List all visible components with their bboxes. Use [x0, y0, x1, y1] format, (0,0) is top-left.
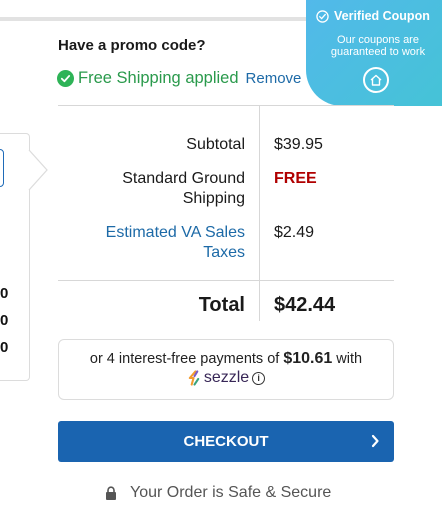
subtotal-label: Subtotal — [186, 136, 245, 153]
checkout-label: CHECKOUT — [183, 433, 269, 450]
sezzle-amount: $10.61 — [283, 350, 333, 367]
promo-applied-text: Free Shipping applied — [78, 69, 239, 87]
badge-title-row: Verified Coupon — [316, 9, 430, 23]
promo-title: Have a promo code? — [58, 37, 206, 54]
table-column-divider — [259, 105, 260, 321]
sezzle-brand-row: sezzle i — [59, 369, 393, 387]
side-input[interactable] — [0, 149, 4, 187]
secure-order-note: Your Order is Safe & Secure — [104, 484, 331, 502]
total-value: $42.44 — [274, 294, 336, 316]
sezzle-logo-icon — [188, 370, 200, 386]
side-digit: 0 — [0, 339, 9, 356]
tax-value: $2.49 — [274, 224, 315, 241]
sezzle-brand: sezzle — [203, 369, 250, 386]
verified-coupon-badge[interactable]: Verified Coupon Our coupons are guarante… — [306, 0, 442, 106]
secure-text: Your Order is Safe & Secure — [130, 484, 332, 501]
table-divider — [58, 280, 394, 281]
sezzle-text-after: with — [336, 351, 363, 367]
lock-icon — [106, 486, 116, 500]
estimated-tax-link[interactable]: Estimated VA Sales Taxes — [85, 223, 245, 263]
shipping-label: Standard Ground Shipping — [122, 170, 245, 207]
side-digit: 0 — [0, 312, 9, 329]
chevron-right-icon — [371, 434, 379, 448]
verified-check-icon — [316, 9, 329, 23]
info-icon[interactable]: i — [252, 371, 266, 385]
badge-subtitle: Our coupons are guaranteed to work — [330, 34, 426, 58]
side-digit: 0 — [0, 285, 9, 302]
shipping-value: FREE — [274, 170, 317, 187]
badge-title: Verified Coupon — [334, 9, 430, 23]
home-circle-icon[interactable] — [363, 67, 389, 93]
sezzle-text: or 4 interest-free payments of $10.61 wi… — [59, 350, 393, 368]
checkout-button[interactable]: CHECKOUT — [58, 421, 394, 462]
check-circle-icon — [57, 70, 74, 87]
top-divider — [0, 17, 330, 21]
panel-caret-icon — [28, 150, 48, 190]
table-top-border — [58, 105, 394, 106]
sezzle-text-before: or 4 interest-free payments of — [89, 351, 280, 367]
subtotal-value: $39.95 — [274, 136, 323, 153]
sezzle-installments[interactable]: or 4 interest-free payments of $10.61 wi… — [58, 339, 394, 400]
remove-promo-link[interactable]: Remove — [246, 70, 302, 87]
promo-status: Free Shipping applied Remove — [57, 69, 301, 88]
total-label: Total — [198, 294, 245, 316]
